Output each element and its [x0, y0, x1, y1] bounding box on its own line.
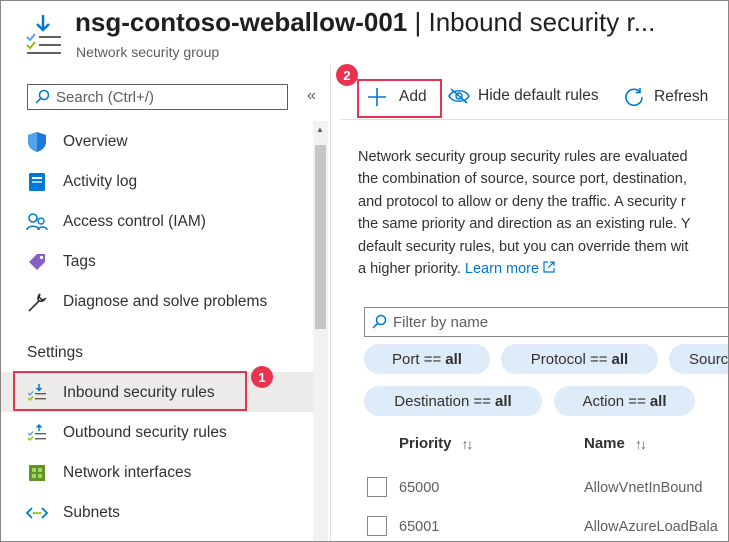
callout-badge-1: 1 — [251, 366, 273, 388]
description-text: Network security group security rules ar… — [358, 149, 691, 277]
learn-more-link[interactable]: Learn more — [465, 261, 555, 277]
search-icon — [35, 89, 50, 104]
portal-frame: nsg-contoso-weballow-001 | Inbound secur… — [0, 0, 729, 542]
sidebar-item-network-interfaces[interactable]: Network interfaces — [21, 453, 311, 493]
nic-icon — [25, 461, 49, 485]
tag-icon — [25, 250, 49, 274]
external-link-icon — [543, 261, 555, 273]
filter-pill-action[interactable]: Action == all — [554, 386, 695, 416]
sort-icon: ↑↓ — [634, 435, 647, 452]
callout-box-add — [357, 79, 442, 118]
sidebar-item-access-control[interactable]: Access control (IAM) — [21, 202, 311, 242]
wrench-icon — [25, 290, 49, 314]
sidebar-item-diagnose[interactable]: Diagnose and solve problems — [21, 282, 311, 322]
outbound-rules-icon — [25, 421, 49, 445]
pane-divider — [330, 65, 331, 541]
filter-by-name-input[interactable]: Filter by name — [364, 307, 728, 337]
column-header-name[interactable]: Name ↑↓ — [584, 435, 647, 452]
filter-pill-port[interactable]: Port == all — [364, 344, 490, 374]
search-icon — [372, 314, 387, 329]
sidebar-item-subnets[interactable]: Subnets — [21, 493, 311, 533]
collapse-sidebar-button[interactable]: « — [307, 87, 316, 105]
cell-priority: 65001 — [399, 519, 440, 535]
scroll-up-arrow[interactable]: ▲ — [316, 125, 324, 134]
cell-priority: 65000 — [399, 480, 440, 496]
row-checkbox[interactable] — [367, 516, 387, 536]
filter-pill-source[interactable]: Sourc — [669, 344, 728, 374]
callout-box-inbound-rules — [13, 371, 247, 411]
sidebar-scroll-thumb[interactable] — [315, 145, 326, 329]
subnet-icon — [25, 501, 49, 525]
hide-default-rules-button[interactable]: Hide default rules — [448, 87, 599, 105]
sort-icon: ↑↓ — [461, 435, 474, 452]
filter-pill-destination[interactable]: Destination == all — [364, 386, 542, 416]
callout-badge-2: 2 — [336, 64, 358, 86]
cell-name[interactable]: AllowAzureLoadBala — [584, 519, 718, 535]
search-placeholder: Search (Ctrl+/) — [56, 88, 154, 106]
page-subtitle: Network security group — [76, 44, 220, 60]
nsg-inbound-icon — [23, 13, 63, 57]
eye-hide-icon — [448, 88, 470, 104]
sidebar-item-tags[interactable]: Tags — [21, 242, 311, 282]
sidebar-item-overview[interactable]: Overview — [21, 122, 311, 162]
row-checkbox[interactable] — [367, 477, 387, 497]
shield-icon — [25, 130, 49, 154]
people-icon — [25, 210, 49, 234]
cell-name[interactable]: AllowVnetInBound — [584, 480, 703, 496]
refresh-button[interactable]: Refresh — [624, 87, 708, 107]
sidebar-item-outbound-rules[interactable]: Outbound security rules — [21, 413, 311, 453]
column-header-priority[interactable]: Priority ↑↓ — [399, 435, 474, 452]
sidebar-item-activity-log[interactable]: Activity log — [21, 162, 311, 202]
filter-pill-protocol[interactable]: Protocol == all — [501, 344, 658, 374]
page-title: nsg-contoso-weballow-001 | Inbound secur… — [75, 7, 656, 37]
settings-heading: Settings — [27, 344, 84, 361]
sidebar-search-input[interactable]: Search (Ctrl+/) — [27, 84, 288, 110]
toolbar-divider — [341, 119, 728, 120]
activity-log-icon — [25, 170, 49, 194]
refresh-icon — [625, 88, 643, 107]
